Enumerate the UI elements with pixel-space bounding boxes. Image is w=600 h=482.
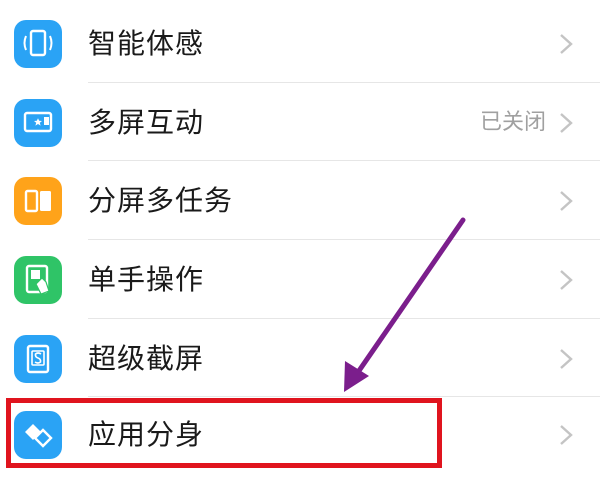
settings-item-smart-motion[interactable]: 智能体感: [0, 5, 600, 83]
settings-item-label: 多屏互动: [88, 106, 205, 139]
divider: [88, 239, 600, 240]
settings-item-super-screenshot[interactable]: 超级截屏: [0, 320, 600, 398]
one-hand-icon: [14, 256, 62, 304]
settings-item-multi-screen[interactable]: 多屏互动 已关闭: [0, 84, 600, 162]
settings-item-split-screen[interactable]: 分屏多任务: [0, 162, 600, 240]
chevron-right-icon: [560, 270, 573, 290]
chevron-right-icon: [560, 34, 573, 54]
divider: [88, 160, 600, 161]
screenshot-icon: [14, 335, 62, 383]
split-screen-icon: [14, 177, 62, 225]
chevron-right-icon: [560, 425, 573, 445]
screen-cast-icon: [14, 99, 62, 147]
divider: [88, 82, 600, 83]
settings-item-label: 智能体感: [88, 27, 205, 60]
settings-item-label: 超级截屏: [88, 342, 205, 375]
settings-item-one-hand[interactable]: 单手操作: [0, 241, 600, 319]
chevron-right-icon: [560, 113, 573, 133]
highlight-box: [6, 398, 442, 468]
chevron-right-icon: [560, 349, 573, 369]
divider: [88, 318, 600, 319]
chevron-right-icon: [560, 191, 573, 211]
settings-item-label: 分屏多任务: [88, 184, 234, 217]
status-value: 已关闭: [479, 110, 546, 135]
phone-motion-icon: [14, 20, 62, 68]
settings-item-label: 单手操作: [88, 263, 205, 296]
